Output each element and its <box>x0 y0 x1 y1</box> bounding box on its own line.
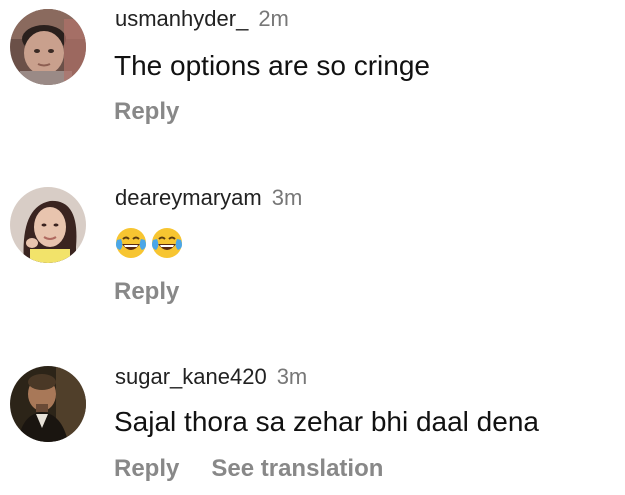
comment-actions: Reply <box>114 278 179 306</box>
woman-photo-avatar-icon <box>10 187 86 263</box>
reply-button[interactable]: Reply <box>114 98 179 125</box>
username-text[interactable]: sugar_kane420 <box>115 364 267 389</box>
emoji-row <box>114 226 184 260</box>
username[interactable]: sugar_kane420 3m <box>115 364 307 390</box>
comment-text: Sajal thora sa zehar bhi daal dena <box>114 406 539 437</box>
username-text[interactable]: dearеymaryam <box>115 185 262 210</box>
timestamp: 3m <box>271 185 303 210</box>
face-with-tears-of-joy-icon <box>152 228 182 258</box>
username-text[interactable]: usmanhyder_ <box>115 6 248 31</box>
man-photo-avatar-icon <box>10 366 86 442</box>
reply-button[interactable]: Reply <box>114 278 179 305</box>
avatar[interactable] <box>10 187 86 263</box>
face-with-tears-of-joy-icon <box>116 228 146 258</box>
comment-actions: Reply See translation <box>114 455 383 483</box>
timestamp: 2m <box>258 6 289 31</box>
reply-button[interactable]: Reply <box>114 455 179 482</box>
see-translation-button[interactable]: See translation <box>211 455 383 482</box>
child-photo-avatar-icon <box>10 9 86 85</box>
timestamp: 3m <box>276 364 308 389</box>
username[interactable]: usmanhyder_ 2m <box>115 6 289 32</box>
avatar[interactable] <box>10 366 86 442</box>
comment-actions: Reply <box>114 98 179 126</box>
comment-text: The options are so cringe <box>114 50 430 81</box>
username[interactable]: dearеymaryam 3m <box>115 185 302 211</box>
avatar[interactable] <box>10 9 86 85</box>
